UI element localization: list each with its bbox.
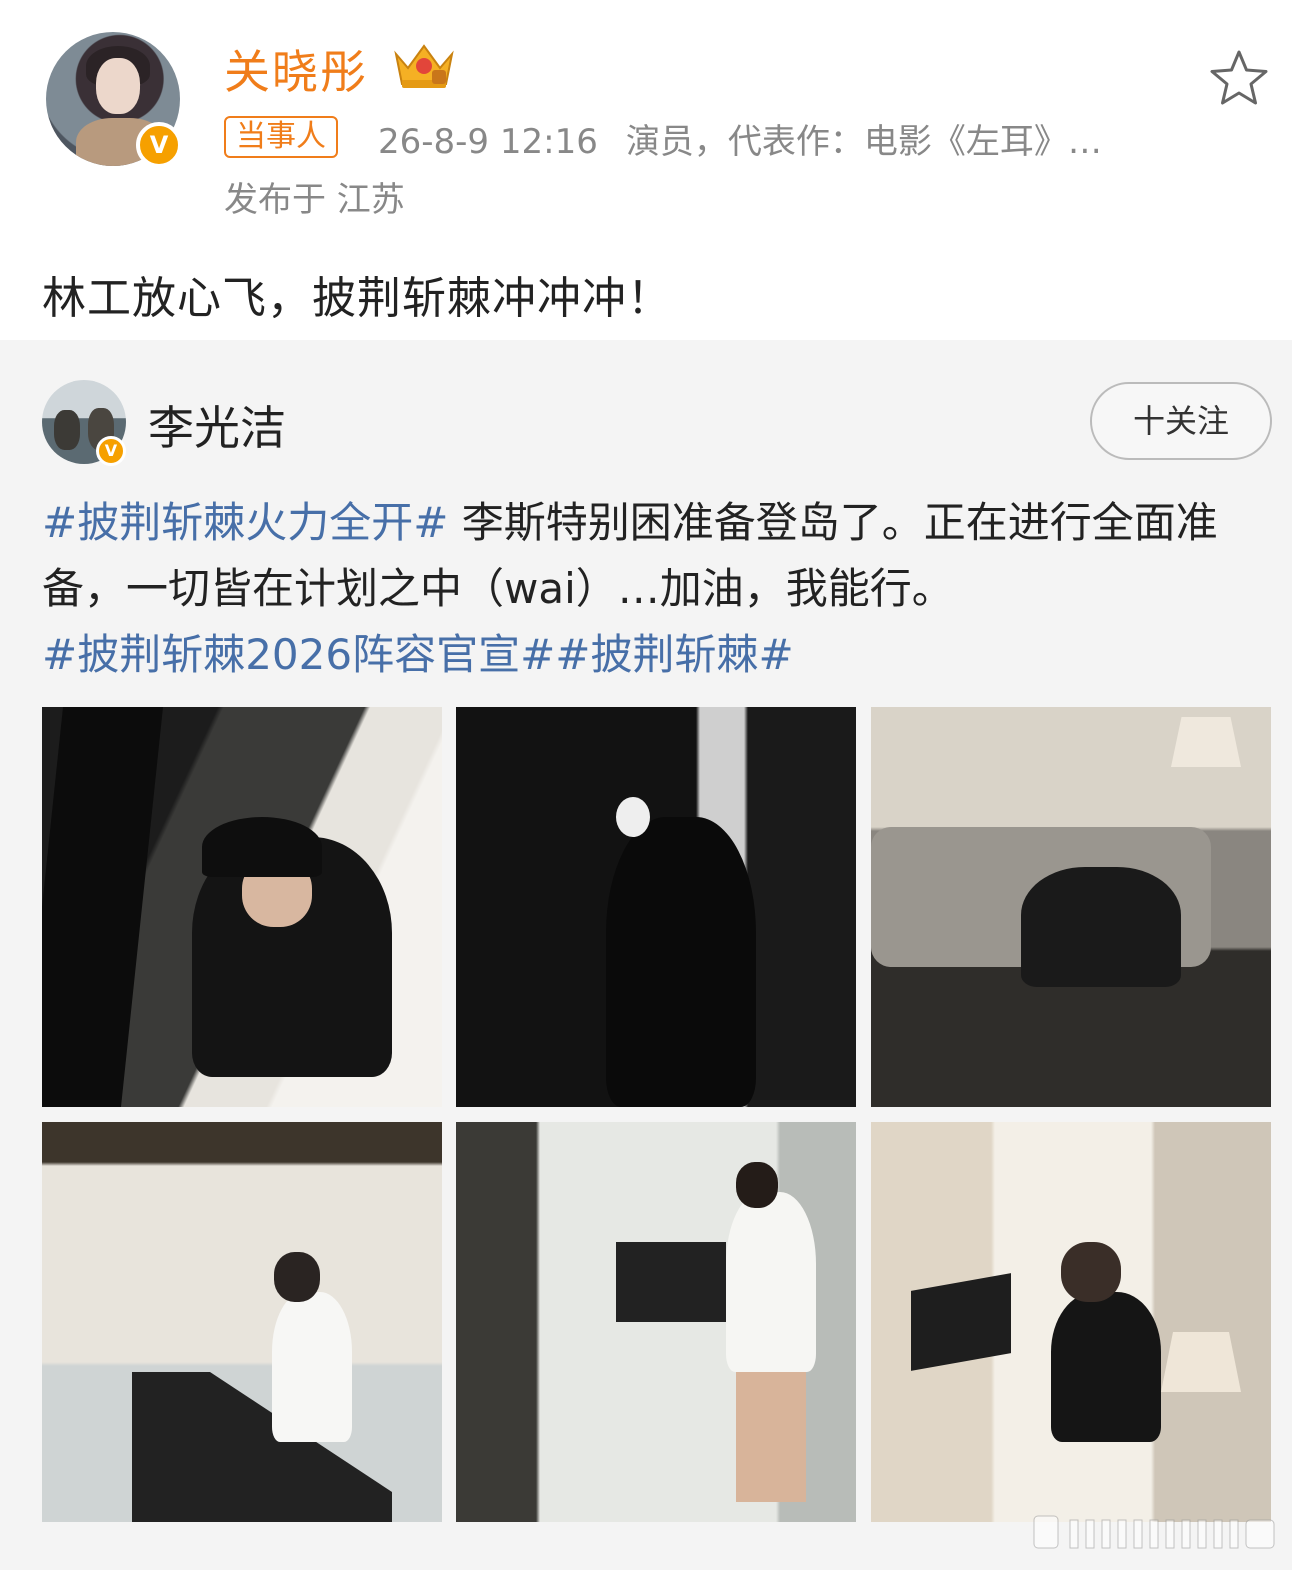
photo-thumbnail[interactable] <box>42 1122 442 1522</box>
crown-icon[interactable] <box>392 40 456 90</box>
avatar-face <box>96 58 140 114</box>
photo-detail <box>1061 1242 1121 1302</box>
post-meta: 26-8-9 12:16 演员，代表作：电影《左耳》… <box>378 114 1102 163</box>
photo-detail <box>616 1242 726 1322</box>
photo-detail <box>42 707 164 1107</box>
photo-thumbnail[interactable] <box>456 707 856 1107</box>
star-icon[interactable] <box>1208 48 1270 108</box>
photo-thumbnail[interactable] <box>42 707 442 1107</box>
photo-detail <box>1161 1332 1241 1392</box>
photo-detail <box>132 1372 392 1522</box>
reposted-card[interactable]: V 李光洁 十关注 #披荆斩棘火力全开# 李斯特别困准备登岛了。正在进行全面准备… <box>0 340 1292 1570</box>
hashtag-link[interactable]: #披荆斩棘2026阵容官宣# <box>42 630 555 679</box>
author-bio: 演员，代表作：电影《左耳》… <box>625 122 1102 162</box>
post-location: 发布于 江苏 <box>224 180 405 220</box>
watermark-logo <box>1033 1515 1275 1549</box>
follow-button[interactable]: 十关注 <box>1090 382 1272 460</box>
hashtag-link[interactable]: #披荆斩棘火力全开# <box>42 498 448 547</box>
photo-detail <box>1171 717 1241 767</box>
repost-author-name[interactable]: 李光洁 <box>148 392 286 458</box>
photo-detail <box>202 817 322 877</box>
hashtag-link[interactable]: #披荆斩棘# <box>555 630 793 679</box>
verified-icon: V <box>96 436 126 466</box>
verified-icon: V <box>136 122 182 168</box>
author-name[interactable]: 关晓彤 <box>224 36 368 102</box>
photo-detail <box>736 1162 778 1208</box>
post-header: V 关晓彤 当事人 26-8-9 12:16 演员，代表作：电影《左耳》… 发布于… <box>0 0 1292 340</box>
photo-detail <box>616 797 650 837</box>
avatar-figure <box>54 410 80 450</box>
photo-detail <box>272 1292 352 1442</box>
photo-thumbnail[interactable] <box>456 1122 856 1522</box>
photo-detail <box>726 1192 816 1372</box>
post-datetime: 26-8-9 12:16 <box>378 122 598 162</box>
photo-detail <box>1051 1292 1161 1442</box>
photo-detail <box>911 1273 1011 1371</box>
photo-detail <box>606 817 756 1107</box>
repost-text: #披荆斩棘火力全开# 李斯特别困准备登岛了。正在进行全面准备，一切皆在计划之中（… <box>42 490 1258 688</box>
photo-detail <box>1021 867 1181 987</box>
post-text: 林工放心飞，披荆斩棘冲冲冲！ <box>42 273 672 324</box>
participant-tag: 当事人 <box>224 116 338 158</box>
photo-thumbnail[interactable] <box>871 1122 1271 1522</box>
photo-thumbnail[interactable] <box>871 707 1271 1107</box>
photo-detail <box>736 1372 806 1502</box>
photo-detail <box>274 1252 320 1302</box>
